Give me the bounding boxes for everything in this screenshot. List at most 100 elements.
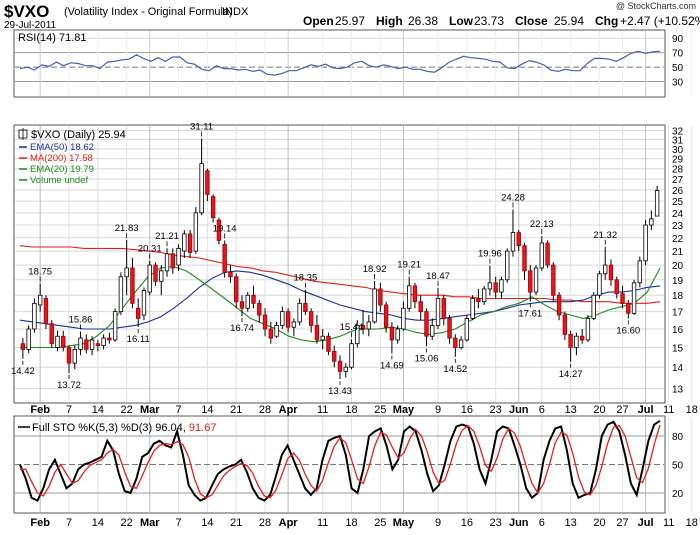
rsi-panel: RSI(14) 71.81 90 70 50 30 (13, 29, 693, 98)
candle-down-body (210, 196, 216, 219)
candle-down-body (20, 343, 26, 350)
x-axis-label: 20 (593, 517, 605, 529)
candle-down-body (378, 288, 383, 306)
rsi-tick-label: 70 (672, 49, 684, 60)
price-label: 19.21 (397, 260, 421, 271)
candle-down-body (493, 282, 498, 293)
price-label: 20.31 (138, 244, 162, 255)
price-label: 14.52 (443, 364, 467, 375)
candle-down-body (418, 301, 423, 313)
x-axis-label: Jun (509, 517, 529, 529)
price-tick-label: 15 (672, 343, 684, 354)
price-label: 21.32 (593, 230, 617, 241)
candle-down-body (84, 339, 89, 350)
candle-down-body (545, 242, 550, 266)
candle-up-body (637, 260, 643, 284)
candle-down-body (153, 264, 158, 282)
x-axis-label: 23 (490, 404, 502, 416)
price-label: 14.42 (11, 366, 35, 377)
candle-up-body (470, 298, 475, 319)
price-label: 15.86 (69, 315, 93, 326)
candle-up-body (320, 335, 325, 341)
candle-up-body (643, 224, 648, 262)
price-label: 19.96 (478, 249, 502, 260)
price-y-axis: 3231302928272625242322212019181716151413 (672, 126, 684, 395)
watermark: @ StockCharts.com (616, 1, 696, 11)
legend-label: EMA(20) 19.79 (30, 164, 94, 175)
x-axis-label: May (393, 404, 415, 416)
x-axis-label: 18 (345, 517, 357, 529)
x-axis-label: 28 (259, 517, 271, 529)
x-axis-label: Jul (638, 404, 654, 416)
price-label: 15.06 (415, 353, 439, 364)
quote-value-close: 25.94 (554, 14, 584, 28)
x-axis-label: Mar (140, 517, 160, 529)
candle-down-body (516, 232, 521, 247)
candle-down-body (528, 270, 533, 293)
price-label: 21.83 (115, 223, 139, 234)
candle (118, 272, 124, 316)
candle-up-body (141, 290, 147, 316)
candle-down-body (326, 335, 331, 352)
candle (141, 287, 147, 321)
candle-down-body (568, 334, 573, 348)
price-label: 16.60 (616, 325, 640, 336)
x-axis-label: Jul (638, 517, 654, 529)
candle (43, 295, 49, 329)
candle-up-body (26, 328, 31, 350)
candle-up-body (193, 212, 199, 252)
x-axis-label: 21 (230, 404, 242, 416)
price-label: 19.14 (213, 223, 237, 234)
x-axis-sto: Feb 7 14 22 Mar 7 14 21 28 Apr 11 18 25 May 9 16 23 Jun 6 1… (30, 517, 697, 529)
sto-y-axis: 80 50 20 (672, 432, 684, 500)
price-tick-label: 27 (672, 175, 684, 186)
candle-up-body (464, 318, 470, 341)
candle-down-body (187, 233, 193, 253)
candle (585, 315, 591, 342)
candle-up-body (124, 267, 129, 278)
candle (112, 308, 118, 342)
candle-up-body (118, 276, 124, 313)
candle-up-body (510, 232, 516, 252)
candle-up-body (101, 337, 106, 346)
candle-down-body (614, 279, 619, 295)
x-axis-label: 23 (490, 517, 502, 529)
rsi-title: RSI(14) 71.81 (18, 32, 86, 44)
sto-title-text: Full STO %K(5,3) %D(3) 96.04, 91.67 (32, 422, 216, 434)
price-tick-label: 19 (672, 276, 684, 287)
candle-down-body (43, 298, 49, 325)
quote-value-low: 23.73 (474, 14, 504, 28)
quote-value-chg: +2.47 (+10.52%) (620, 14, 700, 28)
candle-down-body (285, 311, 291, 328)
x-axis-label: 11 (663, 404, 674, 416)
candle (32, 298, 37, 333)
x-axis-label: Feb (30, 404, 50, 416)
candle-down-body (95, 343, 101, 346)
candle (591, 292, 596, 321)
candle (26, 325, 31, 354)
candle-down-body (239, 301, 245, 309)
candle (597, 270, 602, 299)
candle-up-body (112, 311, 118, 341)
quote-label-low: Low (449, 14, 474, 28)
candle-down-body (262, 314, 268, 330)
candle-up-body (430, 325, 435, 337)
x-axis-label: 18 (345, 404, 357, 416)
candle-down-body (412, 285, 418, 303)
candle-down-body (579, 335, 585, 341)
candle-down-body (556, 294, 562, 316)
candle-down-body (620, 293, 625, 304)
candle-down-body (257, 302, 262, 316)
candle (637, 256, 643, 288)
candle-up-body (654, 190, 660, 217)
x-axis-label: 20 (593, 404, 605, 416)
x-axis-label: 28 (259, 404, 271, 416)
candle-up-body (574, 335, 579, 348)
candle (349, 339, 354, 370)
price-tick-label: 26 (672, 186, 684, 197)
candle-down-body (130, 267, 135, 304)
sto-title-d-value: 91.67 (189, 422, 217, 434)
x-axis-label: 14 (201, 404, 213, 416)
candle-up-body (159, 270, 164, 282)
candle-up-body (533, 267, 539, 293)
